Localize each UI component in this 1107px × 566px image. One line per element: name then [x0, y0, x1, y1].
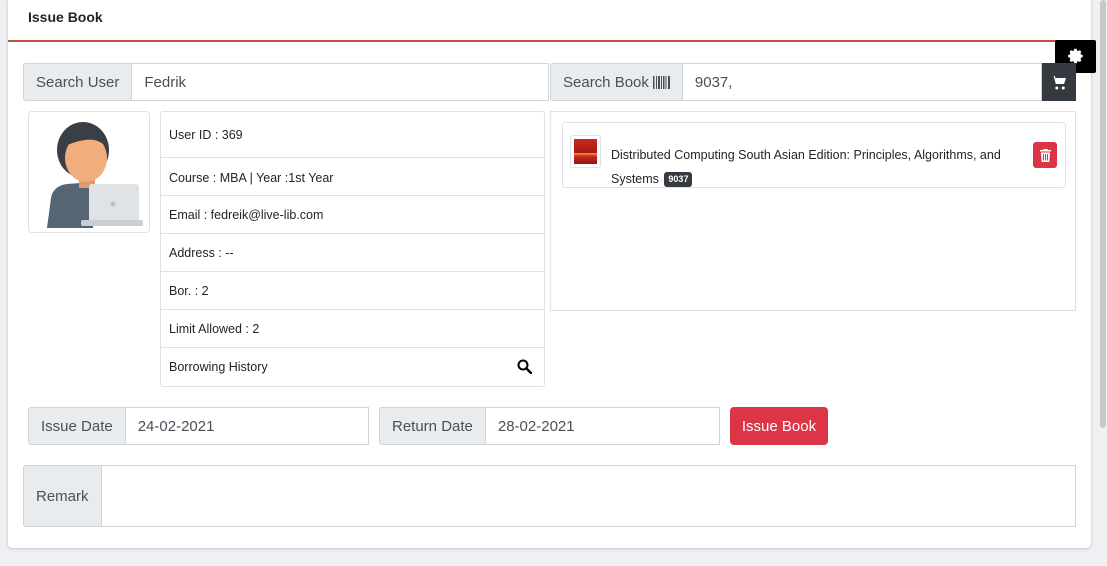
- borrowing-history-label: Borrowing History: [169, 360, 268, 374]
- user-avatar: [28, 111, 150, 233]
- issue-date-label: Issue Date: [28, 407, 126, 445]
- add-to-cart-button[interactable]: [1042, 63, 1076, 101]
- book-code-badge: 9037: [664, 172, 693, 188]
- user-avatar-image: [47, 122, 143, 228]
- user-info-list: User ID : 369 Course : MBA | Year :1st Y…: [160, 111, 545, 387]
- issue-book-button[interactable]: Issue Book: [730, 407, 828, 445]
- book-item: Distributed Computing South Asian Editio…: [562, 122, 1066, 188]
- remark-textarea[interactable]: [101, 465, 1076, 527]
- book-cover-thumbnail: [570, 135, 601, 168]
- remark-label: Remark: [23, 465, 102, 527]
- search-user-input[interactable]: Fedrik: [132, 63, 549, 101]
- user-address: Address : --: [161, 234, 544, 272]
- search-user-group: Search User Fedrik: [23, 63, 549, 101]
- barcode-icon: [652, 75, 670, 89]
- user-borrowed-count: Bor. : 2: [161, 272, 544, 310]
- user-course: Course : MBA | Year :1st Year: [161, 158, 544, 196]
- user-limit-allowed: Limit Allowed : 2: [161, 310, 544, 348]
- book-cover-image: [574, 139, 597, 164]
- book-title: Distributed Computing South Asian Editio…: [611, 143, 1031, 191]
- user-id: User ID : 369: [161, 112, 544, 158]
- title-divider: [8, 40, 1091, 42]
- selected-books-panel: Distributed Computing South Asian Editio…: [550, 111, 1076, 311]
- scrollbar-thumb[interactable]: [1100, 0, 1106, 428]
- return-date-label: Return Date: [379, 407, 486, 445]
- return-date-input[interactable]: 28-02-2021: [485, 407, 720, 445]
- remove-book-button[interactable]: [1033, 142, 1057, 168]
- issue-date-input[interactable]: 24-02-2021: [125, 407, 369, 445]
- remark-group: Remark: [23, 465, 1076, 527]
- cart-icon: [1051, 75, 1066, 89]
- user-email: Email : fedreik@live-lib.com: [161, 196, 544, 234]
- borrowing-history-row[interactable]: Borrowing History: [161, 348, 544, 386]
- return-date-group: Return Date 28-02-2021: [379, 407, 720, 445]
- search-book-label-text: Search Book: [563, 73, 649, 91]
- search-book-label: Search Book: [550, 63, 683, 101]
- trash-icon: [1039, 148, 1051, 162]
- search-book-input[interactable]: 9037,: [682, 63, 1042, 101]
- issue-date-group: Issue Date 24-02-2021: [28, 407, 369, 445]
- search-user-label: Search User: [23, 63, 133, 101]
- card-title: Issue Book: [28, 9, 103, 25]
- search-book-group: Search Book 9037,: [550, 63, 1076, 101]
- page-scrollbar[interactable]: [1099, 0, 1107, 566]
- search-icon[interactable]: [517, 359, 532, 374]
